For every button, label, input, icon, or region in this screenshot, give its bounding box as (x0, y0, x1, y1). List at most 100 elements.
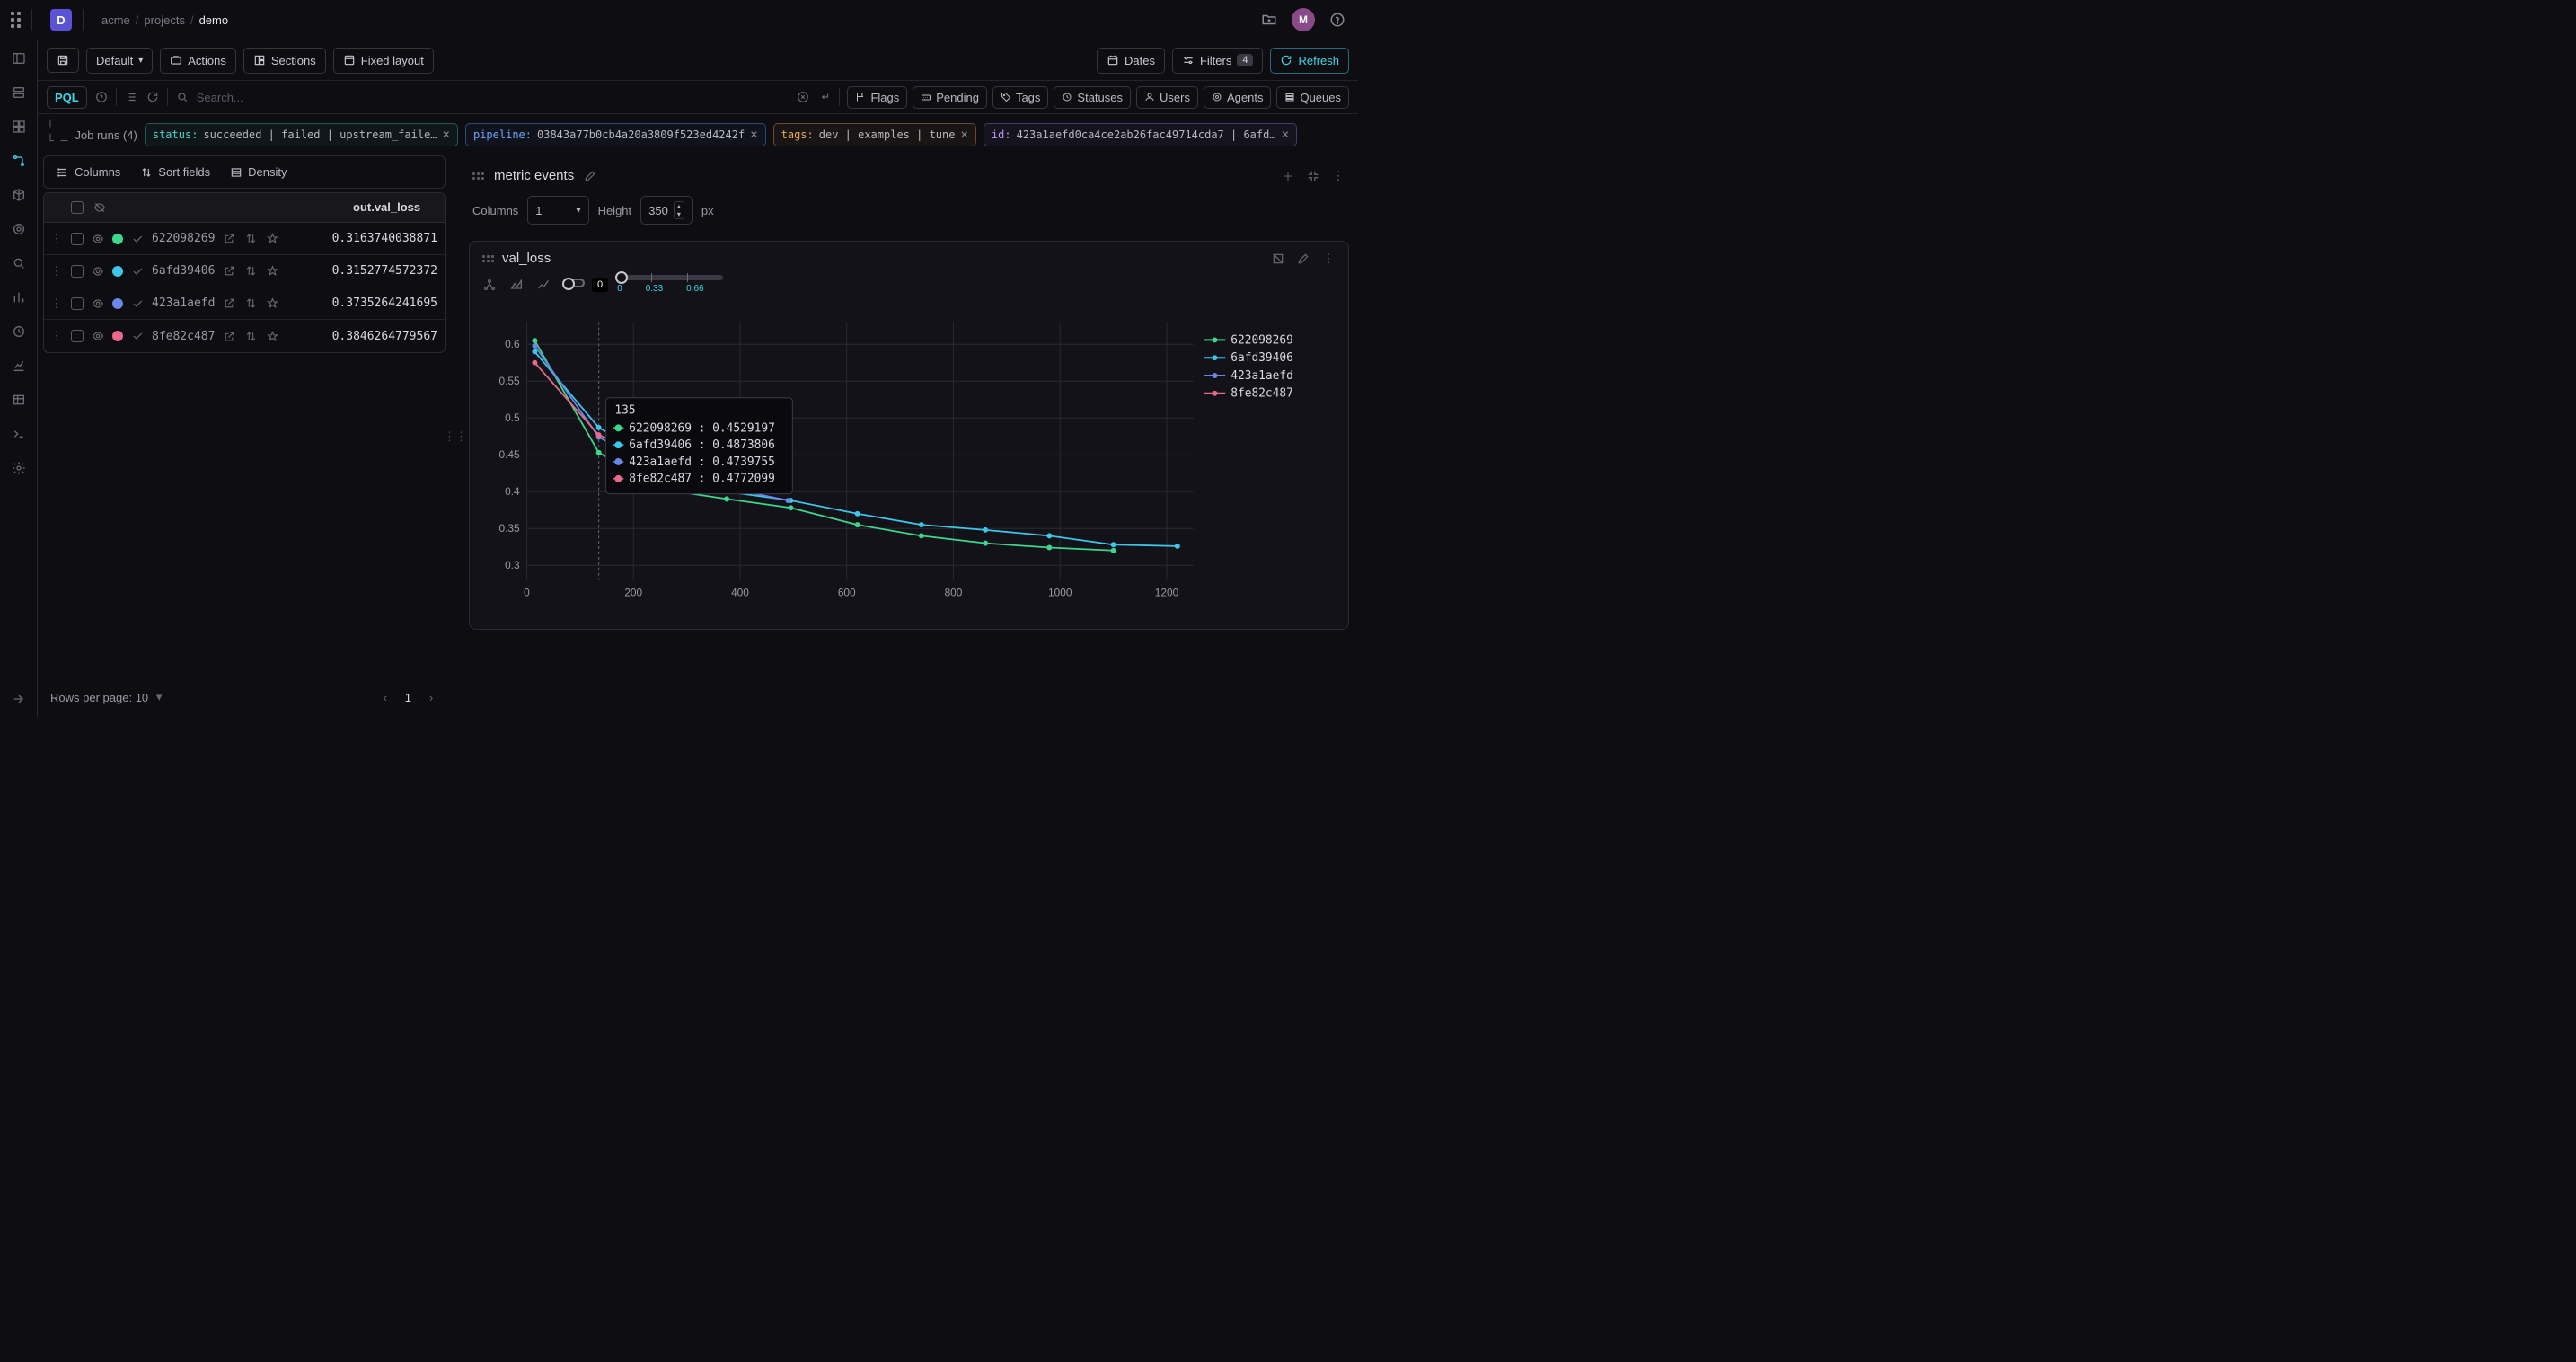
pending-pill[interactable]: Pending (913, 86, 987, 109)
statuses-pill[interactable]: Statuses (1054, 86, 1131, 109)
columns-select[interactable]: 1▾ (527, 196, 588, 225)
density-tool[interactable]: Density (223, 162, 294, 182)
close-icon[interactable]: × (750, 128, 757, 142)
external-link-icon[interactable] (222, 296, 236, 311)
chip-pipeline[interactable]: pipeline:03843a77b0cb4a20a3809f523ed4242… (465, 123, 766, 146)
close-icon[interactable]: × (960, 128, 967, 142)
rail-terminal-icon[interactable] (10, 425, 28, 443)
external-link-icon[interactable] (222, 232, 236, 246)
project-badge[interactable]: D (50, 9, 72, 31)
rail-box-icon[interactable] (10, 186, 28, 204)
edit-icon[interactable] (583, 169, 597, 183)
clear-search-icon[interactable] (796, 90, 810, 104)
compare-icon[interactable] (243, 329, 258, 343)
star-icon[interactable] (265, 329, 279, 343)
run-id[interactable]: 8fe82c487 (152, 330, 215, 343)
step-up-icon[interactable]: ▴ (675, 202, 684, 210)
panel-resize-handle[interactable]: ⋮⋮ (451, 155, 460, 717)
search-input[interactable] (197, 91, 790, 104)
more-chart-icon[interactable]: ⋮ (1321, 252, 1336, 266)
table-row[interactable]: ⋮ 622098269 0.3163740038871 (44, 223, 445, 255)
sort-tool[interactable]: Sort fields (133, 162, 217, 182)
refresh-button[interactable]: Refresh (1270, 48, 1349, 74)
enter-icon[interactable] (817, 90, 832, 104)
rail-dashboard-icon[interactable] (10, 118, 28, 136)
table-row[interactable]: ⋮ 8fe82c487 0.3846264779567 (44, 320, 445, 352)
prev-page-icon[interactable]: ‹ (378, 690, 393, 704)
row-drag-icon[interactable]: ⋮ (49, 329, 64, 343)
breadcrumb-current[interactable]: demo (199, 13, 229, 27)
rail-target-icon[interactable] (10, 220, 28, 238)
rail-collapse-icon[interactable] (10, 690, 28, 708)
column-header-val-loss[interactable]: out.val_loss (348, 193, 426, 222)
sections-button[interactable]: Sections (243, 48, 326, 74)
height-input[interactable]: 350 ▴▾ (640, 196, 693, 225)
row-checkbox[interactable] (71, 265, 84, 278)
chip-id[interactable]: id:423a1aefd0ca4ce2ab26fac49714cda7 | 6a… (984, 123, 1297, 146)
list-icon[interactable] (124, 90, 138, 104)
toggle-switch[interactable] (562, 278, 575, 290)
table-row[interactable]: ⋮ 423a1aefd 0.3735264241695 (44, 287, 445, 320)
agents-pill[interactable]: Agents (1204, 86, 1271, 109)
users-pill[interactable]: Users (1136, 86, 1198, 109)
chip-status[interactable]: status:succeeded | failed | upstream_fai… (145, 123, 458, 146)
star-icon[interactable] (265, 264, 279, 279)
rail-clock-icon[interactable] (10, 323, 28, 340)
grip-icon[interactable] (472, 172, 485, 180)
hide-icon[interactable] (93, 200, 107, 215)
rows-per-page-value[interactable]: 10 (136, 691, 148, 704)
rail-flow-icon[interactable] (10, 152, 28, 170)
rail-bars-icon[interactable] (10, 288, 28, 306)
expand-icon[interactable] (1271, 252, 1285, 266)
trend-icon[interactable] (536, 278, 551, 292)
user-avatar[interactable]: M (1292, 8, 1315, 31)
rail-panel-icon[interactable] (10, 49, 28, 67)
breadcrumb-parent[interactable]: projects (144, 13, 185, 27)
rail-stack-icon[interactable] (10, 84, 28, 102)
breadcrumb-org[interactable]: acme (101, 13, 130, 27)
edit-chart-icon[interactable] (1296, 252, 1310, 266)
rail-chart-icon[interactable] (10, 357, 28, 375)
table-row[interactable]: ⋮ 6afd39406 0.3152774572372 (44, 255, 445, 287)
external-link-icon[interactable] (222, 264, 236, 279)
rail-gear-icon[interactable] (10, 459, 28, 477)
run-id[interactable]: 423a1aefd (152, 296, 215, 310)
smoothing-slider[interactable] (615, 275, 723, 280)
row-drag-icon[interactable]: ⋮ (49, 264, 64, 279)
collapse-icon[interactable] (1306, 169, 1320, 183)
actions-button[interactable]: Actions (160, 48, 236, 74)
compare-icon[interactable] (243, 232, 258, 246)
fixed-layout-button[interactable]: Fixed layout (333, 48, 434, 74)
close-icon[interactable]: × (443, 128, 450, 142)
add-icon[interactable]: ＋ (1281, 169, 1295, 183)
row-checkbox[interactable] (71, 233, 84, 245)
compare-icon[interactable] (243, 296, 258, 311)
eye-icon[interactable] (91, 329, 105, 343)
new-folder-icon[interactable] (1259, 10, 1279, 30)
dates-button[interactable]: Dates (1097, 48, 1165, 74)
select-all-checkbox[interactable] (71, 201, 84, 214)
flags-pill[interactable]: Flags (847, 86, 907, 109)
pql-help-icon[interactable] (94, 90, 109, 104)
columns-tool[interactable]: Columns (49, 162, 128, 182)
save-button[interactable] (47, 48, 79, 73)
star-icon[interactable] (265, 296, 279, 311)
row-checkbox[interactable] (71, 330, 84, 342)
chip-tags[interactable]: tags:dev | examples | tune× (773, 123, 976, 146)
external-link-icon[interactable] (222, 329, 236, 343)
next-page-icon[interactable]: › (424, 690, 438, 704)
compare-icon[interactable] (243, 264, 258, 279)
run-id[interactable]: 6afd39406 (152, 264, 215, 278)
drag-handle-icon[interactable] (11, 12, 21, 28)
queues-pill[interactable]: Queues (1276, 86, 1349, 109)
row-drag-icon[interactable]: ⋮ (49, 232, 64, 246)
more-icon[interactable]: ⋮ (1331, 169, 1345, 183)
filters-button[interactable]: Filters4 (1172, 48, 1264, 74)
help-icon[interactable] (1328, 10, 1347, 30)
rail-table-icon[interactable] (10, 391, 28, 409)
eye-icon[interactable] (91, 296, 105, 311)
row-checkbox[interactable] (71, 297, 84, 310)
page-number[interactable]: 1 (405, 691, 411, 704)
line-chart[interactable]: 0.30.350.40.450.50.550.60200400600800100… (482, 303, 1336, 617)
star-icon[interactable] (265, 232, 279, 246)
